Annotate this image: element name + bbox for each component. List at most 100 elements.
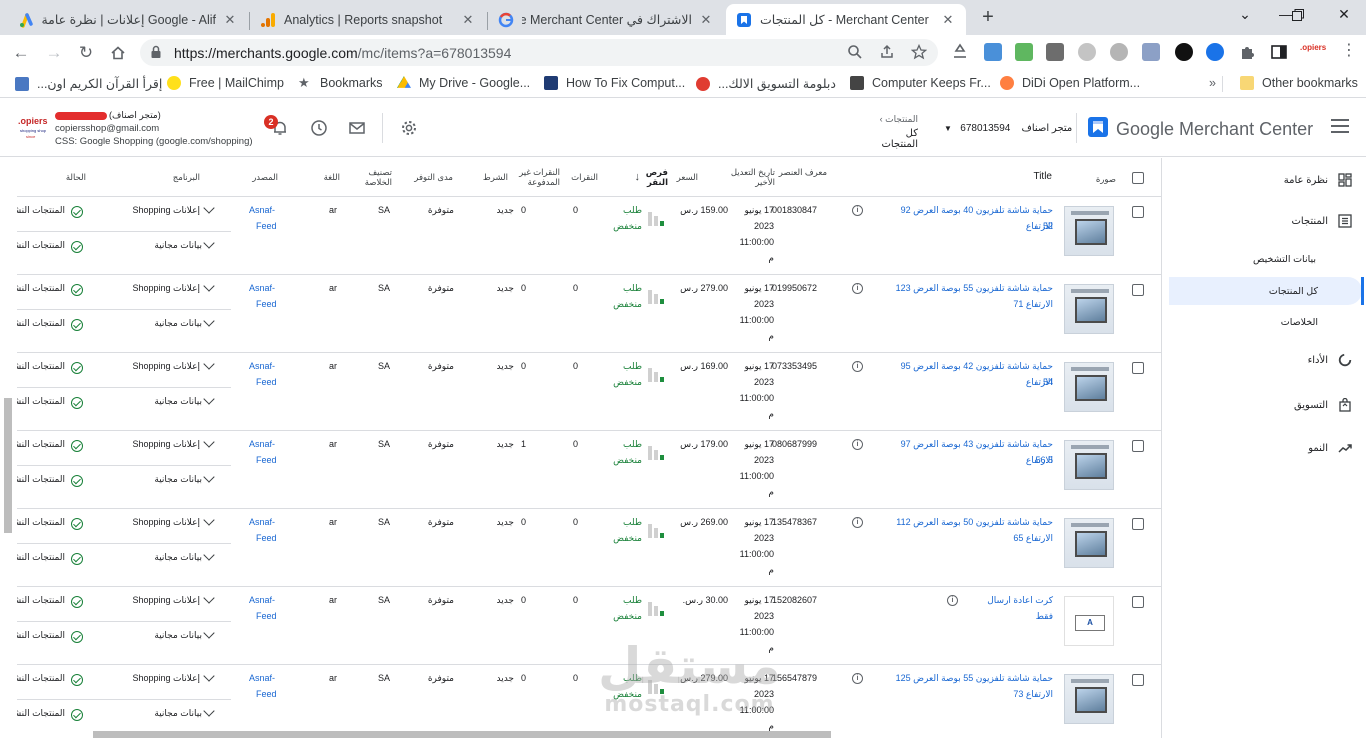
product-title-line2[interactable]: الارتفاع 65 bbox=[888, 530, 1053, 546]
nav-diagnostics[interactable]: بيانات التشخيص bbox=[1253, 246, 1316, 272]
k-extension-icon[interactable] bbox=[1110, 43, 1128, 61]
breadcrumb-parent[interactable]: ‹ المنتجات bbox=[868, 114, 918, 125]
source-link[interactable]: Asnaf- bbox=[249, 280, 285, 296]
code-extension-icon[interactable] bbox=[1046, 43, 1064, 61]
close-icon[interactable]: ✕ bbox=[698, 12, 714, 28]
col-header-image[interactable]: صورة bbox=[1086, 174, 1116, 184]
source-link[interactable]: Asnaf- bbox=[249, 514, 285, 530]
close-icon[interactable]: ✕ bbox=[460, 12, 476, 28]
chevron-down-icon[interactable] bbox=[203, 393, 215, 405]
col-header-feed-label[interactable]: تصنيف الخلاصة bbox=[356, 167, 392, 187]
home-icon[interactable] bbox=[106, 41, 130, 65]
sort-arrow-down-icon[interactable]: ↓ bbox=[628, 172, 641, 183]
chevron-down-icon[interactable] bbox=[203, 627, 215, 639]
other-bookmarks-folder[interactable]: Other bookmarks bbox=[1240, 76, 1358, 90]
nav-products[interactable]: المنتجات bbox=[1291, 208, 1352, 234]
product-title-line2[interactable]: 54 bbox=[888, 374, 1053, 390]
chevron-down-icon[interactable] bbox=[203, 549, 215, 561]
horizontal-scrollbar[interactable] bbox=[93, 731, 831, 738]
product-title-line2[interactable]: الارتفاع 73 bbox=[888, 686, 1053, 702]
info-icon[interactable]: i bbox=[852, 517, 863, 528]
product-image[interactable] bbox=[1064, 440, 1114, 490]
account-switcher[interactable]: متجر اصناف 678013594 ▼ bbox=[944, 123, 1072, 134]
chevron-down-icon[interactable] bbox=[203, 237, 215, 249]
row-checkbox[interactable] bbox=[1132, 596, 1144, 608]
chevron-down-icon[interactable]: ⌄ bbox=[1233, 6, 1257, 26]
chevron-down-icon[interactable] bbox=[203, 280, 215, 292]
product-image[interactable] bbox=[1064, 284, 1114, 334]
browser-tab-google-ads[interactable]: Google - Alif إعلانات | نظرة عامة ✕ bbox=[8, 4, 248, 35]
chevron-down-icon[interactable] bbox=[203, 670, 215, 682]
source-link[interactable]: Asnaf- bbox=[249, 436, 285, 452]
row-checkbox[interactable] bbox=[1132, 206, 1144, 218]
close-icon[interactable]: ✕ bbox=[940, 12, 956, 28]
source-link[interactable]: Asnaf- bbox=[249, 592, 285, 608]
star-icon[interactable] bbox=[910, 43, 929, 62]
profile-avatar[interactable]: .opiers bbox=[1300, 43, 1326, 61]
info-icon[interactable]: i bbox=[852, 361, 863, 372]
source-link[interactable]: Feed bbox=[256, 452, 286, 468]
share-icon[interactable] bbox=[879, 44, 897, 62]
nav-growth[interactable]: النمو bbox=[1308, 435, 1352, 461]
nav-all-products[interactable]: كل المنتجات bbox=[1269, 278, 1318, 304]
info-icon[interactable]: i bbox=[852, 205, 863, 216]
chevron-down-icon[interactable] bbox=[203, 358, 215, 370]
chevron-down-icon[interactable] bbox=[203, 471, 215, 483]
col-header-click-potential[interactable]: فرص النقر bbox=[642, 167, 668, 187]
side-panel-icon[interactable] bbox=[1270, 43, 1288, 61]
row-checkbox[interactable] bbox=[1132, 518, 1144, 530]
source-link[interactable]: Asnaf- bbox=[249, 670, 285, 686]
shield-extension-icon[interactable] bbox=[1142, 43, 1160, 61]
col-header-source[interactable]: المصدر bbox=[248, 172, 278, 182]
zoom-search-icon[interactable] bbox=[847, 44, 865, 62]
source-link[interactable]: Feed bbox=[256, 296, 286, 312]
product-title-line1[interactable]: كرت اعادة ارسال فقط bbox=[970, 592, 1053, 624]
col-header-item-id[interactable]: معرف العنصر bbox=[772, 167, 827, 177]
help-icon[interactable] bbox=[310, 119, 328, 137]
address-bar[interactable]: https://merchants.google.com/mc/items?a=… bbox=[140, 39, 938, 66]
main-menu-icon[interactable] bbox=[1331, 119, 1349, 133]
browser-tab-all-products[interactable]: كل المنتجات - Merchant Center ✕ bbox=[726, 4, 966, 35]
restore-icon[interactable] bbox=[1286, 8, 1310, 28]
chevron-down-icon[interactable] bbox=[203, 436, 215, 448]
reload-icon[interactable]: ↻ bbox=[74, 41, 98, 65]
col-header-language[interactable]: اللغة bbox=[316, 172, 340, 182]
info-icon[interactable]: i bbox=[852, 283, 863, 294]
chevron-down-icon[interactable] bbox=[203, 592, 215, 604]
translate-extension-icon[interactable] bbox=[984, 43, 1002, 61]
product-title-line2[interactable]: الارتفاع 71 bbox=[888, 296, 1053, 312]
col-header-availability[interactable]: مدى التوفر bbox=[408, 172, 453, 182]
col-header-unpaid-clicks[interactable]: النقرات غير المدفوعة bbox=[512, 167, 560, 187]
row-checkbox[interactable] bbox=[1132, 440, 1144, 452]
source-link[interactable]: Asnaf- bbox=[249, 202, 285, 218]
product-title-line1[interactable]: حماية شاشة تلفزيون 55 بوصة العرض 125 bbox=[888, 670, 1053, 686]
nav-feeds[interactable]: الخلاصات bbox=[1281, 309, 1318, 335]
bookmark-folder-bookmarks[interactable]: ★ Bookmarks bbox=[298, 76, 383, 91]
link-extension-icon[interactable] bbox=[1078, 43, 1096, 61]
browser-tab-merchant-signup[interactable]: الاشتراك في Google Merchant Center ✕ bbox=[488, 4, 724, 35]
chevron-down-icon[interactable] bbox=[203, 202, 215, 214]
nav-performance[interactable]: الأداء bbox=[1308, 347, 1352, 373]
product-image[interactable] bbox=[1064, 674, 1114, 724]
vertical-scrollbar[interactable] bbox=[4, 398, 12, 533]
select-all-checkbox[interactable] bbox=[1132, 172, 1144, 184]
col-header-clicks[interactable]: النقرات bbox=[560, 172, 598, 182]
forward-arrow-icon[interactable]: → bbox=[42, 41, 66, 65]
nav-overview[interactable]: نظرة عامة bbox=[1284, 167, 1352, 193]
info-icon[interactable]: i bbox=[852, 673, 863, 684]
chevron-down-icon[interactable] bbox=[203, 315, 215, 327]
source-link[interactable]: Feed bbox=[256, 530, 286, 546]
row-checkbox[interactable] bbox=[1132, 284, 1144, 296]
source-link[interactable]: Feed bbox=[256, 686, 286, 702]
col-header-program[interactable]: البرنامج bbox=[158, 172, 200, 182]
menu-kebab-icon[interactable]: ⋮ bbox=[1340, 43, 1358, 61]
puzzle-extensions-icon[interactable] bbox=[1238, 43, 1256, 61]
back-arrow-icon[interactable]: ← bbox=[9, 41, 33, 65]
bookmark-marketing-diploma[interactable]: دبلومة التسويق الالك... bbox=[696, 76, 836, 91]
product-title-line2[interactable]: 56.5 bbox=[888, 452, 1053, 468]
product-title-line2[interactable]: 52 bbox=[888, 218, 1053, 234]
info-icon[interactable]: i bbox=[947, 595, 958, 606]
product-title-line1[interactable]: حماية شاشة تلفزيون 50 بوصة العرض 112 bbox=[888, 514, 1053, 530]
bookmark-my-drive[interactable]: My Drive - Google... bbox=[397, 76, 530, 90]
account-extension-icon[interactable] bbox=[1175, 43, 1193, 61]
